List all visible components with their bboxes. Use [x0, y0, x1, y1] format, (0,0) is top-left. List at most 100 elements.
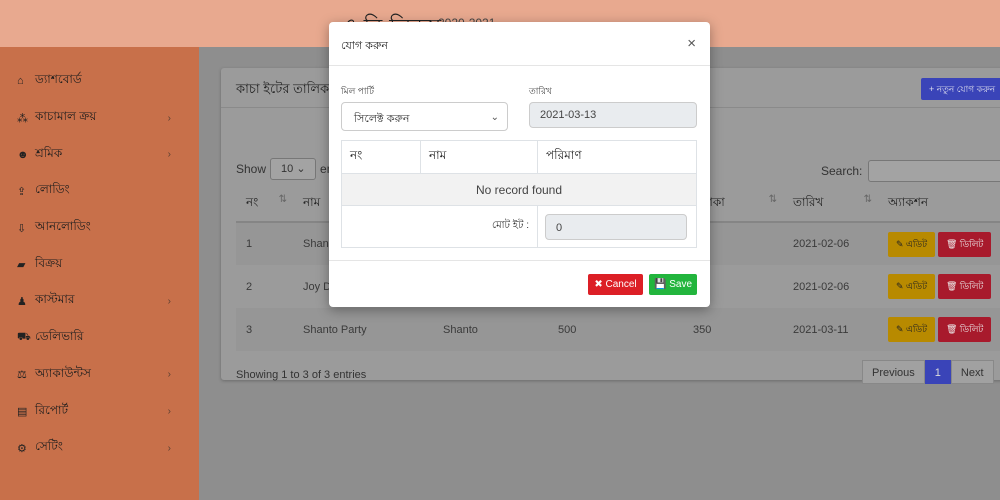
sidebar-item[interactable]: ⇩ আনলোডিং: [0, 210, 199, 247]
sidebar-item-label: কাচামাল ক্রয়: [35, 109, 97, 124]
edit-button[interactable]: ✎ এডিট: [888, 317, 935, 342]
sidebar-item-label: ডেলিভারি: [35, 329, 84, 344]
sidebar-item[interactable]: ▰ বিক্রয়: [0, 246, 199, 283]
cell-date: 2021-02-06: [793, 280, 850, 293]
table-info: Showing 1 to 3 of 3 entries: [236, 369, 367, 381]
modal-table-header: নং নাম পরিমাণ: [341, 140, 697, 174]
chevron-right-icon: ›: [167, 112, 171, 124]
mill-party-select[interactable]: সিলেক্ট করুন ⌄: [341, 102, 508, 131]
chevron-right-icon: ›: [167, 295, 171, 307]
empty-row: No record found: [341, 173, 697, 206]
cell-name: Shanto Party: [293, 308, 433, 351]
sidebar-item-label: ড্যাশবোর্ড: [35, 72, 82, 87]
col-name-label: নাম: [303, 194, 321, 209]
edit-button[interactable]: ✎ এডিট: [888, 231, 935, 257]
modal-items-table: নং নাম পরিমাণ No record found মোট ইট : 0: [341, 140, 697, 248]
page-1-button[interactable]: 1: [924, 360, 951, 384]
chevron-right-icon: ›: [167, 369, 171, 381]
card-title: কাচা ইটের তালিকা: [236, 81, 333, 96]
cell-action: ✎ এডিট 🗑 ডিলিট: [878, 308, 1000, 351]
sidebar-item[interactable]: ⁂ কাচামাল ক্রয় ›: [0, 100, 199, 137]
total-cell: 0: [537, 205, 697, 248]
sidebar-item[interactable]: ⇪ লোডিং: [0, 173, 199, 210]
modal-title: যোগ করুন: [341, 40, 388, 52]
total-row: মোট ইট : 0: [341, 205, 697, 248]
home-icon: ⌂: [17, 75, 24, 88]
cancel-button[interactable]: ✖ Cancel: [588, 274, 643, 295]
sidebar-item-label: শ্রমিক: [35, 145, 63, 160]
chevron-right-icon: ›: [167, 149, 171, 161]
cell-no: 1: [236, 222, 293, 265]
modal-footer: ✖ Cancel 💾 Save: [329, 260, 710, 307]
modal-col-name: নাম: [420, 140, 538, 174]
delete-button[interactable]: 🗑 ডিলিট: [938, 274, 992, 299]
close-icon[interactable]: ×: [687, 35, 696, 52]
sidebar-item[interactable]: ⛟ ডেলিভারি: [0, 320, 199, 357]
pagination: Previous 1 Next: [862, 360, 994, 384]
sidebar-item-label: আনলোডিং: [35, 219, 91, 234]
sidebar-item[interactable]: ⚙ সেটিং ›: [0, 430, 199, 467]
modal-header: যোগ করুন ×: [329, 22, 710, 66]
prev-page-button[interactable]: Previous: [862, 360, 925, 384]
delete-button[interactable]: 🗑 ডিলিট: [938, 231, 992, 257]
col-date[interactable]: তারিখ ⇅: [783, 186, 878, 223]
sidebar-item[interactable]: ⌂ ড্যাশবোর্ড: [0, 63, 199, 100]
cell-action: ✎ এডিট 🗑 ডিলিট: [878, 265, 1000, 308]
entries-select-value: 10: [281, 163, 294, 175]
cell-action: ✎ এডিট 🗑 ডিলিট: [878, 222, 1000, 265]
sidebar-item[interactable]: ☻ শ্রমিক ›: [0, 136, 199, 173]
search-area: Search:: [821, 160, 1000, 182]
next-page-button[interactable]: Next: [950, 360, 994, 384]
unloading-icon: ⇩: [17, 222, 27, 235]
chevron-down-icon: ⌄: [490, 112, 499, 123]
sidebar-item-label: বিক্রয়: [35, 255, 63, 270]
sidebar-item[interactable]: ♟ কাস্টমার ›: [0, 283, 199, 320]
cell-party: Shanto: [433, 308, 548, 351]
sidebar-item-label: লোডিং: [35, 182, 70, 197]
cell-no: 2: [246, 280, 253, 293]
total-field[interactable]: 0: [545, 213, 687, 240]
col-date-label: তারিখ: [793, 194, 824, 209]
cell-date: 2021-03-11: [783, 308, 878, 351]
edit-button[interactable]: ✎ এডিট: [888, 274, 935, 299]
sidebar-item[interactable]: ▤ রিপোর্ট ›: [0, 393, 199, 430]
accounts-icon: ⚖: [17, 369, 27, 382]
search-input[interactable]: [868, 160, 1000, 182]
col-no[interactable]: নং ⇅: [236, 186, 293, 223]
show-entries: Show 10 ⌄ en: [236, 158, 333, 180]
sidebar-item-label: রিপোর্ট: [35, 402, 69, 417]
date-field[interactable]: 2021-03-13: [529, 102, 697, 128]
cell-qty: 500: [548, 308, 683, 351]
material-icon: ⁂: [17, 112, 28, 125]
entries-select[interactable]: 10 ⌄: [270, 158, 317, 180]
col-action-label: অ্যাকশন: [888, 194, 929, 209]
sort-icon: ⇅: [278, 193, 287, 205]
customer-icon: ♟: [17, 295, 27, 308]
no-record-text: No record found: [341, 173, 697, 206]
sidebar-item-label: অ্যাকাউন্টস: [35, 365, 91, 380]
add-modal: যোগ করুন × মিল পার্টি তারিখ সিলেক্ট করুন…: [329, 22, 710, 307]
modal-col-qty: পরিমাণ: [537, 140, 697, 174]
search-label: Search:: [821, 164, 863, 178]
modal-col-no: নং: [341, 140, 421, 174]
sidebar-item-label: সেটিং: [35, 439, 63, 454]
add-new-button[interactable]: + নতুন যোগ করুন: [921, 78, 1000, 100]
delete-button[interactable]: 🗑 ডিলিট: [938, 317, 992, 342]
sidebar-item[interactable]: ⚖ অ্যাকাউন্টস ›: [0, 357, 199, 394]
total-label: মোট ইট :: [341, 205, 538, 248]
date-label: তারিখ: [529, 86, 552, 96]
chevron-right-icon: ›: [167, 442, 171, 454]
col-action[interactable]: অ্যাকশন⇅: [878, 186, 1000, 223]
sidebar-item-label: কাস্টমার: [35, 292, 75, 307]
sort-icon: ⇅: [768, 193, 777, 205]
chevron-right-icon: ›: [167, 406, 171, 418]
save-button[interactable]: 💾 Save: [649, 274, 697, 295]
chevron-down-icon: ⌄: [296, 163, 306, 175]
loading-icon: ⇪: [17, 185, 27, 198]
mill-party-select-value: সিলেক্ট করুন: [354, 113, 410, 125]
table-row: 3 Shanto Party Shanto 500 350 2021-03-11 ✎ এডি…: [236, 308, 1000, 351]
report-icon: ▤: [17, 406, 28, 419]
shopping-bag-icon: ▰: [17, 259, 26, 272]
sidebar: ⌂ ড্যাশবোর্ড ⁂ কাচামাল ক্রয় › ☻ শ্রমিক › ⇪ লোডিং…: [0, 47, 199, 500]
cell-date: 2021-02-06: [783, 222, 878, 265]
